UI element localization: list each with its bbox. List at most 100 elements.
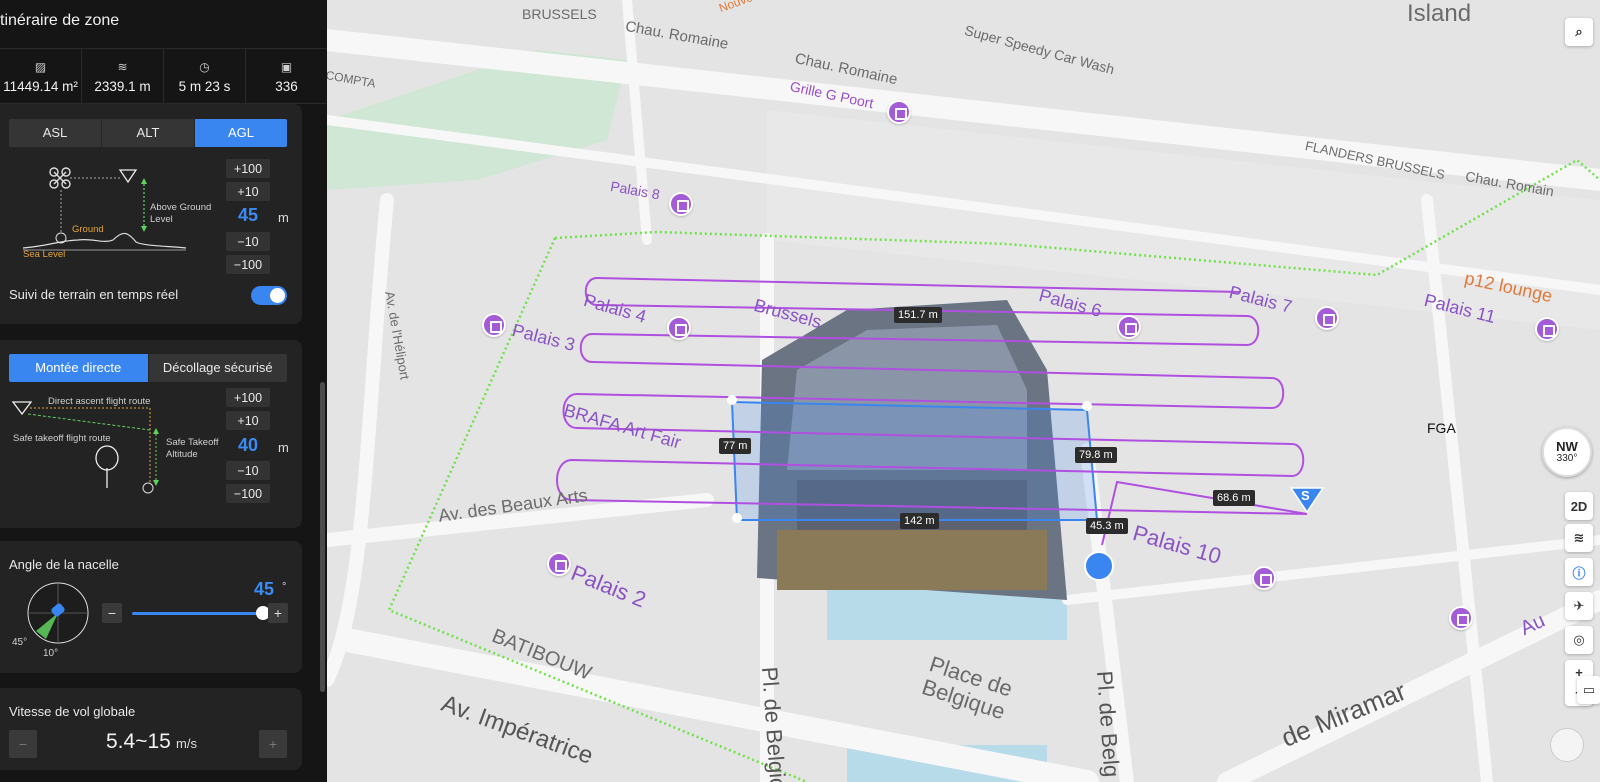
distance-icon: ≋ [117, 59, 128, 74]
toggle-knob [270, 288, 285, 303]
signal-button[interactable]: ≋ [1565, 524, 1593, 552]
speed-increase-button[interactable]: + [259, 730, 287, 758]
view-2d-button[interactable]: 2D [1565, 492, 1593, 520]
feedback-button[interactable]: ▭ [1577, 676, 1600, 704]
sea-level-label: Sea Level [23, 249, 66, 260]
speed-decrease-button[interactable]: − [9, 730, 37, 758]
locate-icon: ◎ [1573, 632, 1585, 647]
direct-ascent-label: Direct ascent flight route [48, 396, 151, 407]
gimbal-decrease-button[interactable]: − [102, 603, 122, 623]
stat-photos-value: 336 [275, 78, 298, 94]
panel-scrollbar[interactable] [320, 382, 325, 692]
altitude-minus-100-button[interactable]: −100 [226, 255, 270, 274]
flight-speed-card: Vitesse de vol globale − 5.4~15 m/s + [0, 688, 302, 770]
poi-palais-11[interactable] [1535, 317, 1559, 341]
altitude-minus-10-button[interactable]: −10 [226, 232, 270, 251]
place-label-island: Island [1407, 0, 1472, 27]
altitude-mode-agl[interactable]: AGL [195, 119, 287, 147]
gimbal-min-angle-label: 45° [12, 637, 28, 648]
photos-icon: ▣ [280, 59, 293, 74]
distance-label-bottom: 142 m [900, 513, 939, 529]
altitude-mode-selector: ASL ALT AGL [9, 119, 287, 147]
distance-label-takeoff: 45.3 m [1086, 518, 1128, 534]
poi-palais-8[interactable] [669, 192, 693, 216]
aircraft-button[interactable]: ✈ [1565, 592, 1593, 620]
altitude-plus-100-button[interactable]: +100 [226, 159, 270, 178]
ground-label: Ground [72, 224, 104, 235]
poi-palais-4[interactable] [667, 316, 691, 340]
poi-palais-6[interactable] [1117, 315, 1141, 339]
gimbal-increase-button[interactable]: + [268, 603, 288, 623]
route-stats: ▨ 11449.14 m² ≋ 2339.1 m ◷ 5 m 23 s ▣ 33… [0, 48, 327, 104]
clock-icon: ◷ [199, 59, 210, 74]
stat-distance-value: 2339.1 m [94, 78, 151, 94]
wifi-icon: ≋ [1573, 530, 1585, 545]
altitude-mode-card: ASL ALT AGL Above Ground Level Ground Se… [0, 104, 302, 324]
terrain-follow-label: Suivi de terrain en temps réel [9, 287, 179, 302]
gimbal-angle-value[interactable]: 45 [254, 579, 274, 600]
map-style-button[interactable] [1550, 728, 1584, 762]
map-search-button[interactable]: ⌕ [1565, 18, 1593, 46]
gimbal-slider-track[interactable] [132, 606, 270, 620]
route-settings-panel: tinéraire de zone ▨ 11449.14 m² ≋ 2339.1… [0, 0, 327, 782]
takeoff-minus-10-button[interactable]: −10 [226, 461, 270, 480]
above-ground-label: Above Ground Level [150, 202, 212, 225]
compass-widget[interactable]: NW 330° [1542, 427, 1592, 477]
altitude-value[interactable]: 45 [238, 205, 258, 226]
distance-label-top: 151.7 m [894, 307, 942, 323]
compass-direction: NW [1556, 439, 1578, 454]
stat-distance: ≋ 2339.1 m [82, 49, 164, 103]
gimbal-angle-label: Angle de la nacelle [9, 557, 119, 572]
stat-photos: ▣ 336 [246, 49, 327, 103]
stat-time-value: 5 m 23 s [178, 78, 231, 94]
altitude-unit: m [278, 210, 289, 225]
start-marker-label[interactable]: S [1301, 488, 1310, 503]
place-label-fga: FGA [1427, 420, 1456, 436]
takeoff-altitude-unit: m [278, 440, 289, 455]
takeoff-mode-selector: Montée directe Décollage sécurisé [9, 354, 287, 382]
flight-speed-value: 5.4~15 [106, 730, 171, 753]
map-view[interactable]: BRUSSELS Island Chau. Romaine Chau. Roma… [327, 0, 1600, 782]
gimbal-angle-card: Angle de la nacelle 45° 10° 45 ° − + [0, 541, 302, 673]
poi-palais-2[interactable] [547, 552, 571, 576]
gimbal-slider-fill [132, 612, 262, 615]
gimbal-angle-unit: ° [282, 581, 287, 593]
gimbal-max-angle-label: 10° [43, 648, 59, 659]
safe-takeoff-altitude-label: Safe Takeoff Altitude [166, 437, 219, 460]
chat-icon: ▭ [1582, 682, 1596, 697]
takeoff-plus-10-button[interactable]: +10 [226, 411, 270, 430]
place-label-brussels: BRUSSELS [522, 6, 597, 22]
poi-au[interactable] [1449, 606, 1473, 630]
info-button[interactable]: ⓘ [1565, 558, 1593, 586]
distance-label-start: 68.6 m [1213, 490, 1255, 506]
locate-button[interactable]: ◎ [1565, 626, 1593, 654]
app-root: tinéraire de zone ▨ 11449.14 m² ≋ 2339.1… [0, 0, 1600, 782]
takeoff-mode-card: Montée directe Décollage sécurisé Direct… [0, 340, 302, 528]
takeoff-diagram [11, 401, 159, 494]
altitude-plus-10-button[interactable]: +10 [226, 182, 270, 201]
flight-speed-unit: m/s [176, 736, 197, 751]
aircraft-icon: ✈ [1573, 598, 1585, 613]
poi-palais-7[interactable] [1315, 306, 1339, 330]
altitude-mode-asl[interactable]: ASL [9, 119, 102, 147]
takeoff-minus-100-button[interactable]: −100 [226, 484, 270, 503]
stat-area: ▨ 11449.14 m² [0, 49, 82, 103]
poi-palais-3[interactable] [482, 313, 506, 337]
search-icon: ⌕ [1575, 24, 1583, 39]
takeoff-mode-safe[interactable]: Décollage sécurisé [148, 354, 287, 382]
takeoff-altitude-value[interactable]: 40 [238, 435, 258, 456]
area-icon: ▨ [34, 59, 47, 74]
panel-title: tinéraire de zone [0, 12, 120, 29]
distance-label-left: 77 m [719, 438, 752, 454]
altitude-mode-alt[interactable]: ALT [102, 119, 195, 147]
compass-angle: 330° [1556, 453, 1578, 464]
stat-area-value: 11449.14 m² [3, 78, 78, 94]
poi-grille-g[interactable] [887, 100, 911, 124]
safe-takeoff-route-label: Safe takeoff flight route [13, 433, 111, 444]
distance-label-right: 79.8 m [1075, 447, 1117, 463]
takeoff-plus-100-button[interactable]: +100 [226, 388, 270, 407]
takeoff-mode-direct[interactable]: Montée directe [9, 354, 149, 382]
terrain-follow-toggle[interactable] [251, 286, 287, 305]
poi-palais-10[interactable] [1252, 566, 1276, 590]
stat-time: ◷ 5 m 23 s [164, 49, 246, 103]
